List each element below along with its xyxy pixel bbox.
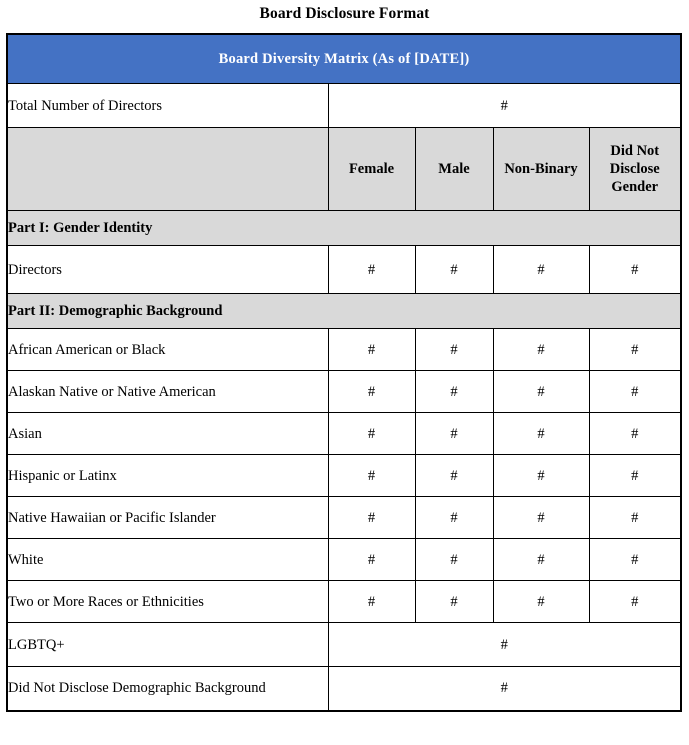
row-label-hispanic-or-latinx: Hispanic or Latinx (6, 454, 329, 497)
cell-asian-non-binary: # (492, 412, 590, 455)
cell-alaskan-native-undisclosed: # (588, 370, 682, 413)
cell-white-female: # (327, 538, 416, 581)
row-label-african-american-or-black: African American or Black (6, 328, 329, 371)
cell-directors-non-binary: # (492, 245, 590, 294)
row-label-white: White (6, 538, 329, 581)
document-page: Board Disclosure Format Board Diversity … (0, 0, 689, 745)
row-label-lgbtq: LGBTQ+ (6, 622, 329, 667)
cell-hispanic-male: # (414, 454, 494, 497)
cell-asian-male: # (414, 412, 494, 455)
table-row: Directors # # # # (6, 245, 682, 294)
cell-two-or-more-undisclosed: # (588, 580, 682, 623)
cell-hispanic-female: # (327, 454, 416, 497)
row-label-did-not-disclose-demographic-background: Did Not Disclose Demographic Background (6, 666, 329, 711)
row-label-directors: Directors (6, 245, 329, 294)
table-row: Did Not Disclose Demographic Background … (6, 666, 682, 711)
cell-undisclosed-demographic-total: # (327, 666, 682, 711)
column-header-non-binary: Non-Binary (492, 127, 590, 211)
table-row: Two or More Races or Ethnicities # # # # (6, 580, 682, 623)
table-row: African American or Black # # # # (6, 328, 682, 371)
total-directors-label: Total Number of Directors (6, 83, 329, 128)
cell-asian-female: # (327, 412, 416, 455)
table-row: Hispanic or Latinx # # # # (6, 454, 682, 497)
section-heading-part-2: Part II: Demographic Background (6, 293, 682, 329)
cell-native-hawaiian-female: # (327, 496, 416, 539)
gender-header-spacer (6, 127, 329, 211)
row-label-native-hawaiian-or-pacific-islander: Native Hawaiian or Pacific Islander (6, 496, 329, 539)
cell-alaskan-native-female: # (327, 370, 416, 413)
cell-hispanic-undisclosed: # (588, 454, 682, 497)
cell-african-american-male: # (414, 328, 494, 371)
cell-native-hawaiian-male: # (414, 496, 494, 539)
cell-alaskan-native-non-binary: # (492, 370, 590, 413)
cell-two-or-more-male: # (414, 580, 494, 623)
cell-directors-male: # (414, 245, 494, 294)
cell-african-american-non-binary: # (492, 328, 590, 371)
section-header-row: Part I: Gender Identity (6, 210, 682, 246)
cell-two-or-more-female: # (327, 580, 416, 623)
total-directors-row: Total Number of Directors # (6, 83, 682, 128)
cell-african-american-female: # (327, 328, 416, 371)
cell-white-undisclosed: # (588, 538, 682, 581)
board-diversity-matrix-table: Board Diversity Matrix (As of [DATE]) To… (6, 33, 683, 712)
cell-hispanic-non-binary: # (492, 454, 590, 497)
cell-two-or-more-non-binary: # (492, 580, 590, 623)
cell-directors-undisclosed: # (588, 245, 682, 294)
table-row: White # # # # (6, 538, 682, 581)
cell-directors-female: # (327, 245, 416, 294)
cell-alaskan-native-male: # (414, 370, 494, 413)
column-header-did-not-disclose-gender: Did Not Disclose Gender (588, 127, 682, 211)
matrix-body: Board Diversity Matrix (As of [DATE]) To… (6, 33, 682, 711)
matrix-caption-row: Board Diversity Matrix (As of [DATE]) (6, 33, 682, 84)
table-row: LGBTQ+ # (6, 622, 682, 667)
cell-white-non-binary: # (492, 538, 590, 581)
row-label-alaskan-native-or-native-american: Alaskan Native or Native American (6, 370, 329, 413)
gender-header-row: Female Male Non-Binary Did Not Disclose … (6, 127, 682, 211)
section-header-row: Part II: Demographic Background (6, 293, 682, 329)
table-row: Native Hawaiian or Pacific Islander # # … (6, 496, 682, 539)
table-row: Asian # # # # (6, 412, 682, 455)
matrix-caption: Board Diversity Matrix (As of [DATE]) (6, 33, 682, 84)
total-directors-value: # (327, 83, 682, 128)
table-row: Alaskan Native or Native American # # # … (6, 370, 682, 413)
cell-asian-undisclosed: # (588, 412, 682, 455)
page-title: Board Disclosure Format (259, 5, 430, 22)
column-header-male: Male (414, 127, 494, 211)
column-header-female: Female (327, 127, 416, 211)
cell-native-hawaiian-undisclosed: # (588, 496, 682, 539)
cell-african-american-undisclosed: # (588, 328, 682, 371)
cell-lgbtq-total: # (327, 622, 682, 667)
cell-native-hawaiian-non-binary: # (492, 496, 590, 539)
row-label-two-or-more-races-or-ethnicities: Two or More Races or Ethnicities (6, 580, 329, 623)
row-label-asian: Asian (6, 412, 329, 455)
cell-white-male: # (414, 538, 494, 581)
section-heading-part-1: Part I: Gender Identity (6, 210, 682, 246)
